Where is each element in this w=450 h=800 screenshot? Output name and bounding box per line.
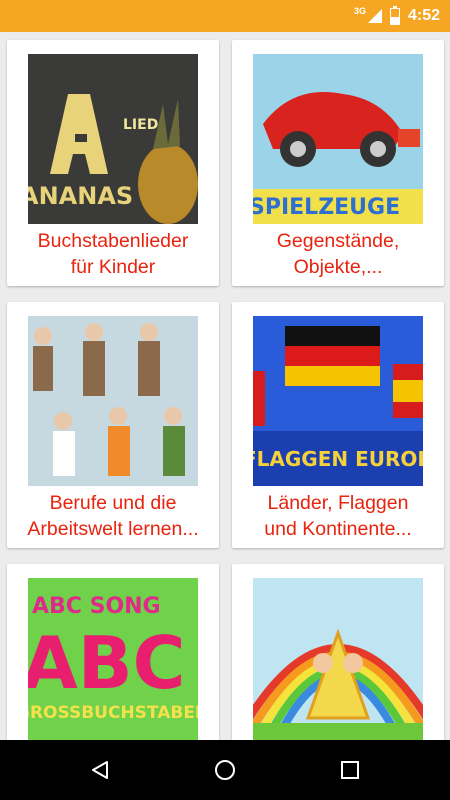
thumb-flaggen-text: FLAGGEN EUROPA [253, 447, 423, 471]
category-card-abc-song[interactable]: ABC SONG ABC GROSSBUCHSTABEN [7, 564, 219, 740]
back-icon [92, 761, 108, 779]
thumb-ananas-text: ANANAS [28, 182, 133, 210]
ananas-letter-thumbnail: LIED ANANAS [28, 54, 198, 224]
flags-europe-thumbnail: FLAGGEN EUROPA [253, 316, 423, 486]
card-title: Länder, Flaggen und Kontinente... [236, 490, 440, 542]
status-icons: 3G 4:52 [354, 0, 440, 32]
home-button[interactable] [195, 740, 255, 800]
card-title-line-2: Objekte,... [293, 256, 383, 278]
thumb-lied-text: LIED [123, 117, 158, 133]
card-title: Berufe und die Arbeitswelt lernen... [11, 490, 215, 542]
card-title: Buchstabenlieder für Kinder [11, 228, 215, 280]
battery-charging-icon [389, 5, 400, 25]
card-title-line-2: und Kontinente... [264, 518, 412, 540]
card-title-line-1: Berufe und die [49, 492, 177, 514]
thumb-grossbuchstaben-text: GROSSBUCHSTABEN [28, 703, 198, 723]
category-card-rainbow[interactable] [232, 564, 444, 740]
signal-icon [367, 9, 382, 23]
navigation-bar [0, 740, 450, 800]
thumb-abc-song-text: ABC SONG [32, 594, 161, 619]
network-type: 3G [353, 6, 366, 16]
rainbow-kids-thumbnail [253, 578, 423, 740]
abc-song-thumbnail: ABC SONG ABC GROSSBUCHSTABEN [28, 578, 198, 740]
recents-icon [341, 761, 359, 779]
card-title-line-1: Gegenstände, [276, 230, 400, 252]
card-title: Gegenstände, Objekte,... [236, 228, 440, 280]
card-title-line-2: Arbeitswelt lernen... [27, 518, 199, 540]
category-card-buchstabenlieder[interactable]: LIED ANANAS Buchstabenlieder für Kinder [7, 40, 219, 286]
clock: 4:52 [407, 7, 440, 24]
status-bar: 3G 4:52 [0, 0, 450, 32]
spielzeuge-car-thumbnail: SPIELZEUGE [253, 54, 423, 224]
category-card-berufe[interactable]: Berufe und die Arbeitswelt lernen... [7, 302, 219, 548]
card-title-line-2: für Kinder [70, 256, 156, 278]
thumb-abc-letters-text: ABC [28, 621, 185, 705]
back-button[interactable] [70, 740, 130, 800]
professions-thumbnail [28, 316, 198, 486]
home-icon [215, 760, 235, 780]
recents-button[interactable] [320, 740, 380, 800]
thumb-spielzeuge-text: SPIELZEUGE [253, 195, 400, 220]
category-card-laender[interactable]: FLAGGEN EUROPA Länder, Flaggen und Konti… [232, 302, 444, 548]
category-grid[interactable]: LIED ANANAS Buchstabenlieder für Kinder … [0, 32, 450, 740]
card-title-line-1: Buchstabenlieder [37, 230, 189, 252]
category-card-gegenstaende[interactable]: SPIELZEUGE Gegenstände, Objekte,... [232, 40, 444, 286]
card-title-line-1: Länder, Flaggen [267, 492, 409, 514]
